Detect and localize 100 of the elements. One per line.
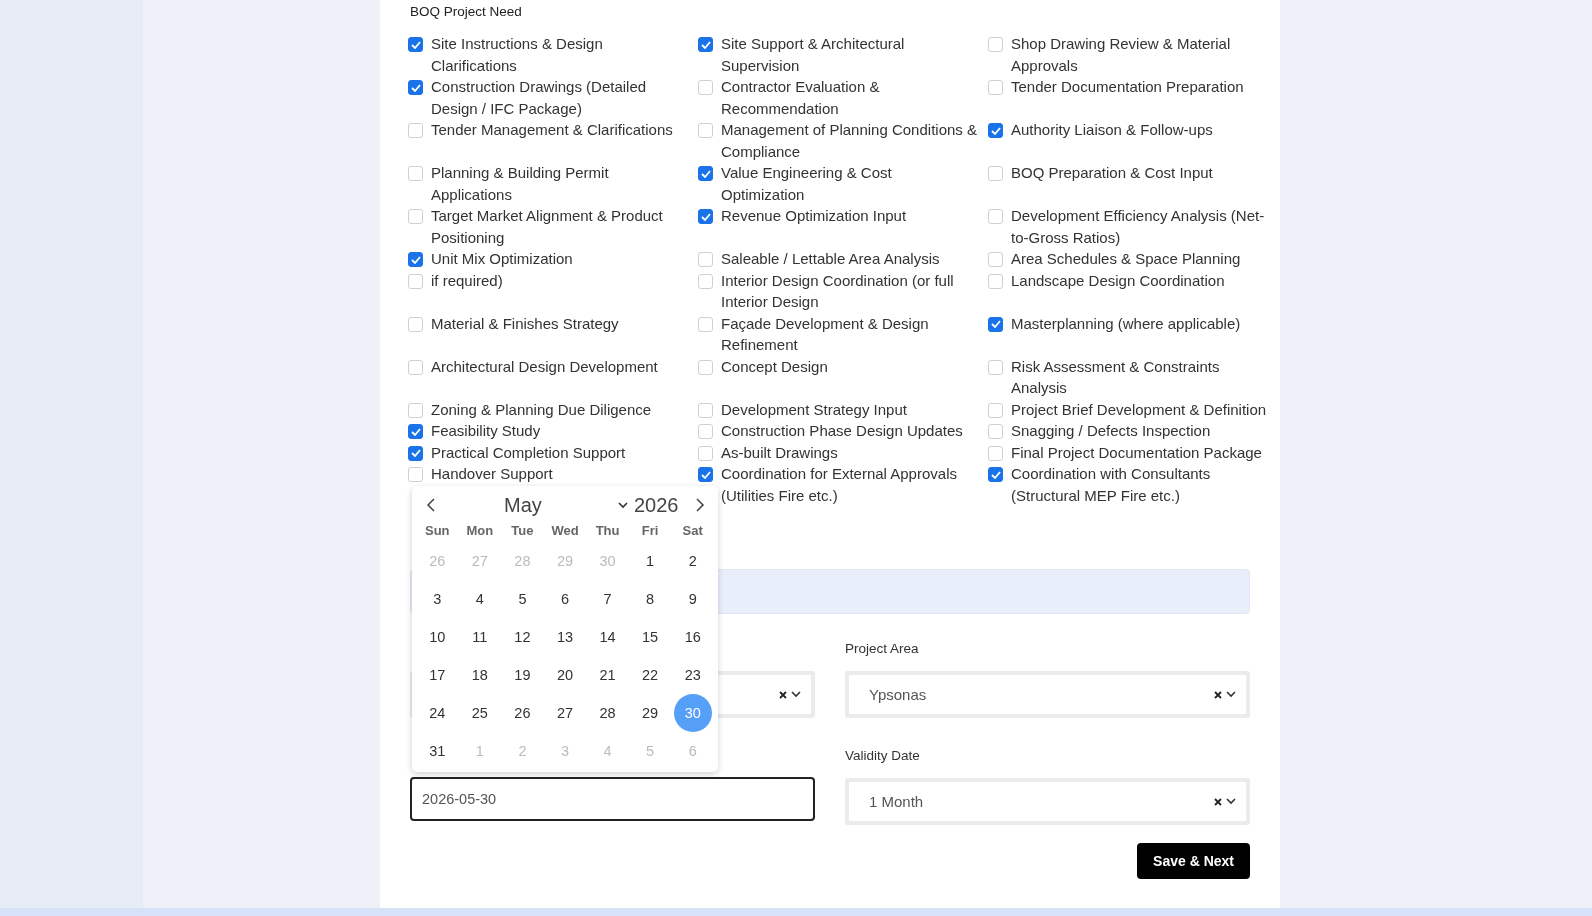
clear-icon[interactable]: [1214, 690, 1222, 699]
checkbox[interactable]: [988, 316, 1003, 332]
day-cell[interactable]: 4: [460, 580, 499, 618]
year-field[interactable]: 2026: [634, 493, 686, 517]
clear-icon[interactable]: [779, 690, 787, 699]
select-field[interactable]: Ypsonas: [845, 671, 1250, 718]
day-cell[interactable]: 28: [588, 694, 627, 732]
checkbox-label: Construction Drawings (Detailed Design / IFC Package): [431, 77, 648, 119]
day-cell[interactable]: 9: [673, 580, 712, 618]
checkbox[interactable]: [988, 467, 1003, 482]
chevron-down-icon[interactable]: [618, 501, 628, 509]
checkbox-label: Planning & Building Permit Applications: [431, 163, 610, 205]
checkbox-label: Practical Completion Support: [431, 442, 627, 463]
checkbox-label: Value Engineering & Cost Optimization: [721, 163, 893, 205]
checkbox-label: As-built Drawings: [721, 442, 839, 463]
chevron-down-icon[interactable]: [1226, 798, 1236, 805]
checkbox-label: Unit Mix Optimization: [431, 249, 574, 269]
checkbox-label: Area Schedules & Space Planning: [1011, 249, 1242, 269]
checkbox-label: Architectural Design Development: [431, 356, 659, 377]
checkbox-label: Saleable / Lettable Area Analysis: [721, 249, 941, 269]
checkbox-label: Final Project Documentation Package: [1011, 442, 1263, 463]
checkbox-label: Landscape Design Coordination: [1011, 270, 1226, 291]
checkbox-label: Coordination with Consultants (Structural MEP Fire etc.): [1011, 464, 1212, 506]
day-cell[interactable]: 5: [503, 580, 542, 618]
weekday-label: Fri: [640, 522, 660, 540]
day-cell[interactable]: 13: [546, 618, 584, 656]
day-cell[interactable]: 31: [418, 732, 457, 770]
date-field[interactable]: 2026-05-30: [410, 777, 815, 821]
day-cell[interactable]: 12: [503, 618, 542, 656]
checkbox-label: Material & Finishes Strategy: [431, 313, 620, 334]
day-cell[interactable]: 16: [673, 618, 712, 656]
weekday-label: Wed: [550, 522, 580, 540]
checkbox-label: Tender Documentation Preparation: [1011, 77, 1245, 97]
day-cell[interactable]: 7: [588, 580, 627, 618]
day-cell[interactable]: 11: [460, 618, 499, 656]
day-cell[interactable]: 14: [588, 618, 627, 656]
chevron-down-icon[interactable]: [791, 691, 801, 698]
day-cell[interactable]: 27: [546, 694, 584, 732]
day-cell[interactable]: 29: [631, 694, 670, 732]
day-cell[interactable]: 15: [631, 618, 670, 656]
checkbox[interactable]: [988, 123, 1003, 138]
chevron-down-icon[interactable]: [1226, 691, 1236, 698]
day-cell[interactable]: 25: [460, 694, 499, 732]
day-cell[interactable]: 23: [673, 656, 712, 694]
weekday-label: Sat: [681, 522, 704, 540]
checkbox-label: Site Support & Architectural Supervision: [721, 34, 906, 76]
checkbox-label: Authority Liaison & Follow-ups: [1011, 120, 1214, 140]
select-field[interactable]: 1 Month: [845, 778, 1250, 825]
day-cell[interactable]: 19: [503, 656, 542, 694]
checkbox-label: Zoning & Planning Due Diligence: [431, 399, 653, 420]
checkbox[interactable]: [408, 80, 423, 95]
day-cell[interactable]: 21: [588, 656, 627, 694]
field-label: Project Area: [845, 640, 920, 658]
weekday-label: Mon: [465, 522, 495, 540]
checkbox[interactable]: [698, 467, 713, 482]
checkbox-label: Handover Support: [431, 464, 554, 484]
day-cell[interactable]: 17: [418, 656, 457, 694]
checkbox-label: Management of Planning Conditions & Compliance: [721, 120, 977, 162]
day-cell[interactable]: 18: [460, 656, 499, 694]
checkbox-label: Development Strategy Input: [721, 399, 908, 420]
save-next-button[interactable]: Save & Next: [1137, 843, 1250, 879]
checkbox-label: Revenue Optimization Input: [721, 206, 908, 226]
checkbox-label: if required): [431, 270, 504, 291]
day-cell[interactable]: 6: [546, 580, 584, 618]
day-cell[interactable]: 10: [418, 618, 457, 656]
checkbox[interactable]: [408, 424, 423, 439]
day-cell[interactable]: 1: [631, 542, 670, 580]
checkbox-label: Concept Design: [721, 356, 829, 377]
checkbox-label: Development Efficiency Analysis (Net-to-Gross Ratios): [1011, 206, 1266, 248]
checkbox-label: Project Brief Development & Definition: [1011, 399, 1267, 420]
day-cell[interactable]: 8: [631, 580, 670, 618]
clear-icon[interactable]: [1214, 797, 1222, 806]
day-cell[interactable]: 20: [546, 656, 584, 694]
checkbox-label: Coordination for External Approvals (Utilities Fire etc.): [721, 464, 958, 506]
checkbox[interactable]: [408, 445, 423, 461]
day-cell[interactable]: 26: [503, 694, 542, 732]
checkbox-label: Site Instructions & Design Clarifications: [431, 34, 604, 76]
checkbox-label: Shop Drawing Review & Material Approvals: [1011, 34, 1232, 76]
checkbox[interactable]: [408, 252, 423, 267]
checkbox-label: Target Market Alignment & Product Positioning: [431, 206, 664, 248]
checkbox[interactable]: [698, 166, 713, 181]
checkbox[interactable]: [698, 209, 713, 224]
checkbox-label: Masterplanning (where applicable): [1011, 313, 1242, 334]
weekday-label: Tue: [510, 522, 535, 540]
checkbox[interactable]: [698, 37, 713, 52]
checkbox[interactable]: [408, 37, 423, 52]
checkbox-label: Risk Assessment & Constraints Analysis: [1011, 356, 1221, 398]
checkbox-label: Façade Development & Design Refinement: [721, 313, 930, 355]
checkbox-label: Contractor Evaluation & Recommendation: [721, 77, 881, 119]
section-title: BOQ Project Need: [410, 3, 522, 21]
month-select[interactable]: May: [444, 493, 628, 517]
day-cell[interactable]: 2: [673, 542, 712, 580]
checkbox-label: Snagging / Defects Inspection: [1011, 421, 1212, 441]
checkbox-label: Tender Management & Clarifications: [431, 120, 674, 140]
weekday-label: Thu: [594, 522, 621, 540]
day-cell[interactable]: 22: [631, 656, 670, 694]
day-cell[interactable]: 3: [418, 580, 457, 618]
checkbox-label: Feasibility Study: [431, 421, 542, 441]
checkbox-label: BOQ Preparation & Cost Input: [1011, 163, 1214, 183]
day-cell[interactable]: 24: [418, 694, 457, 732]
